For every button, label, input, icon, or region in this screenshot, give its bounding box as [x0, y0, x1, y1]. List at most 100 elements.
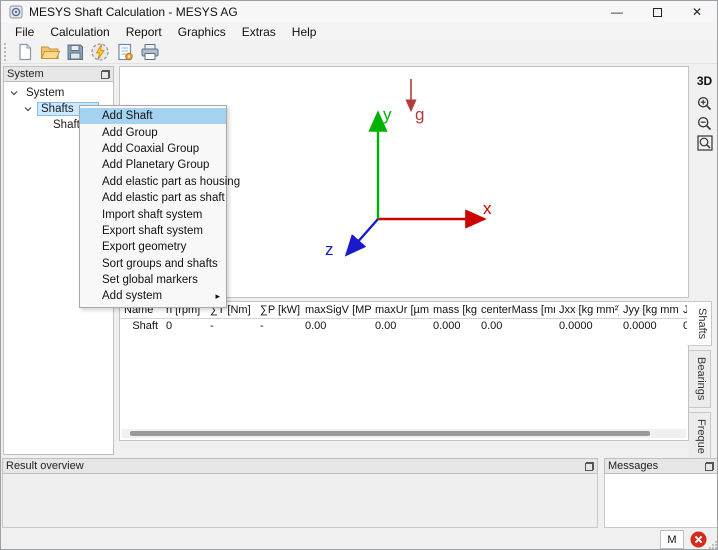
- cell-sum-t[interactable]: -: [206, 319, 256, 334]
- menu-graphics[interactable]: Graphics: [170, 24, 234, 40]
- cell-maxur[interactable]: 0.00: [371, 319, 429, 334]
- cell-maxsigv[interactable]: 0.00: [301, 319, 371, 334]
- menu-file[interactable]: File: [7, 24, 42, 40]
- 3d-view-button[interactable]: 3D: [697, 74, 712, 88]
- context-menu: Add Shaft Add Group Add Coaxial Group Ad…: [79, 105, 227, 308]
- menu-report[interactable]: Report: [118, 24, 170, 40]
- report-icon: [116, 43, 134, 61]
- menu-item-export-shaft-system[interactable]: Export shaft system: [80, 223, 226, 239]
- system-panel-title: System: [7, 68, 101, 80]
- menu-bar: File Calculation Report Graphics Extras …: [1, 23, 717, 40]
- view-tools: 3D: [692, 74, 717, 154]
- submenu-arrow-icon: ▸: [215, 291, 220, 302]
- zoom-in-icon: [697, 96, 712, 111]
- menu-item-set-global-markers[interactable]: Set global markers: [80, 272, 226, 288]
- menu-calculation[interactable]: Calculation: [42, 24, 117, 40]
- cell-jyy[interactable]: 0.0000: [619, 319, 679, 334]
- menu-help[interactable]: Help: [284, 24, 325, 40]
- resize-grip[interactable]: [707, 539, 718, 550]
- tab-frequencies[interactable]: Freque: [689, 412, 711, 461]
- float-panel-icon[interactable]: [705, 462, 714, 471]
- zoom-out-button[interactable]: [696, 114, 714, 132]
- messages-title: Messages: [608, 460, 705, 472]
- cell-n[interactable]: 0: [162, 319, 206, 334]
- gravity-label: g: [415, 105, 424, 124]
- col-mass[interactable]: mass [kg]: [429, 302, 477, 319]
- report-button[interactable]: [113, 41, 137, 63]
- print-icon: [140, 43, 160, 61]
- system-panel-header: System: [3, 66, 114, 82]
- main-toolbar: [1, 40, 717, 64]
- menu-item-add-elastic-shaft[interactable]: Add elastic part as shaft: [80, 190, 226, 206]
- z-axis-label: z: [325, 240, 334, 259]
- menu-item-export-geometry[interactable]: Export geometry: [80, 239, 226, 255]
- result-overview-panel: Result overview: [2, 458, 598, 528]
- float-panel-icon[interactable]: [585, 462, 594, 471]
- col-maxur[interactable]: maxUr [µm]: [371, 302, 429, 319]
- float-panel-icon[interactable]: [101, 70, 110, 79]
- menu-item-add-planetary-group[interactable]: Add Planetary Group: [80, 157, 226, 173]
- col-sum-p[interactable]: ∑P [kW]: [256, 302, 301, 319]
- result-overview-title: Result overview: [6, 460, 585, 472]
- status-bar: M: [1, 528, 718, 550]
- title-bar: MESYS Shaft Calculation - MESYS AG — ✕: [1, 1, 717, 23]
- col-maxsigv[interactable]: maxSigV [MPa]: [301, 302, 371, 319]
- open-file-icon: [40, 43, 60, 61]
- cell-centermass[interactable]: 0.00: [477, 319, 555, 334]
- window-title: MESYS Shaft Calculation - MESYS AG: [29, 5, 238, 19]
- messages-panel: Messages: [604, 458, 718, 528]
- scrollbar-thumb[interactable]: [130, 431, 650, 436]
- tree-item-label[interactable]: Shaft: [50, 119, 83, 131]
- error-status-icon[interactable]: [690, 531, 707, 548]
- menu-item-add-shaft[interactable]: Add Shaft: [80, 108, 226, 124]
- result-overview-header: Result overview: [2, 458, 598, 474]
- cell-name[interactable]: Shaft: [120, 319, 162, 334]
- menu-item-add-system[interactable]: Add system ▸: [80, 288, 226, 304]
- menu-item-add-coaxial-group[interactable]: Add Coaxial Group: [80, 141, 226, 157]
- chevron-down-icon[interactable]: [10, 89, 18, 97]
- save-button[interactable]: [63, 41, 87, 63]
- table-row[interactable]: Shaft 0 - - 0.00 0.00 0.000 0.00 0.0000 …: [120, 319, 689, 334]
- toolbar-grip[interactable]: [4, 43, 9, 61]
- cell-jxx[interactable]: 0.0000: [555, 319, 619, 334]
- minimize-button[interactable]: —: [597, 1, 637, 23]
- open-file-button[interactable]: [38, 41, 62, 63]
- tree-item-label[interactable]: System: [23, 87, 67, 99]
- marker-toggle-button[interactable]: M: [660, 530, 684, 549]
- app-icon: [9, 5, 23, 19]
- maximize-icon: [653, 8, 662, 17]
- zoom-in-button[interactable]: [696, 94, 714, 112]
- zoom-fit-button[interactable]: [696, 134, 714, 152]
- menu-extras[interactable]: Extras: [234, 24, 284, 40]
- z-axis: [348, 219, 378, 253]
- horizontal-scrollbar[interactable]: [122, 429, 686, 438]
- print-button[interactable]: [138, 41, 162, 63]
- menu-item-add-group[interactable]: Add Group: [80, 124, 226, 140]
- x-axis-label: x: [483, 199, 492, 218]
- chevron-down-icon[interactable]: [24, 105, 32, 113]
- messages-content: [604, 474, 718, 528]
- menu-item-sort-groups[interactable]: Sort groups and shafts: [80, 256, 226, 272]
- menu-item-label: Add system: [102, 290, 162, 302]
- calculate-icon: [90, 42, 110, 62]
- new-file-button[interactable]: [13, 41, 37, 63]
- tree-item-system[interactable]: System: [4, 85, 113, 101]
- col-jyy[interactable]: Jyy [kg mm²]: [619, 302, 679, 319]
- messages-header: Messages: [604, 458, 718, 474]
- calculate-button[interactable]: [88, 41, 112, 63]
- zoom-out-icon: [697, 116, 712, 131]
- zoom-fit-icon: [697, 135, 713, 151]
- tab-shafts[interactable]: Shafts: [687, 301, 712, 346]
- workspace: System System Shafts Shaft: [1, 64, 718, 528]
- cell-sum-p[interactable]: -: [256, 319, 301, 334]
- cell-mass[interactable]: 0.000: [429, 319, 477, 334]
- tab-bearings[interactable]: Bearings: [689, 350, 711, 407]
- menu-item-add-elastic-housing[interactable]: Add elastic part as housing: [80, 174, 226, 190]
- col-centermass[interactable]: centerMass [mm]: [477, 302, 555, 319]
- shafts-table-panel: Name n [rpm] ∑T [Nm] ∑P [kW] maxSigV [MP…: [119, 301, 689, 441]
- col-jxx[interactable]: Jxx [kg mm²]: [555, 302, 619, 319]
- close-button[interactable]: ✕: [677, 1, 717, 23]
- maximize-button[interactable]: [637, 1, 677, 23]
- result-overview-content: [2, 474, 598, 528]
- menu-item-import-shaft-system[interactable]: Import shaft system: [80, 206, 226, 222]
